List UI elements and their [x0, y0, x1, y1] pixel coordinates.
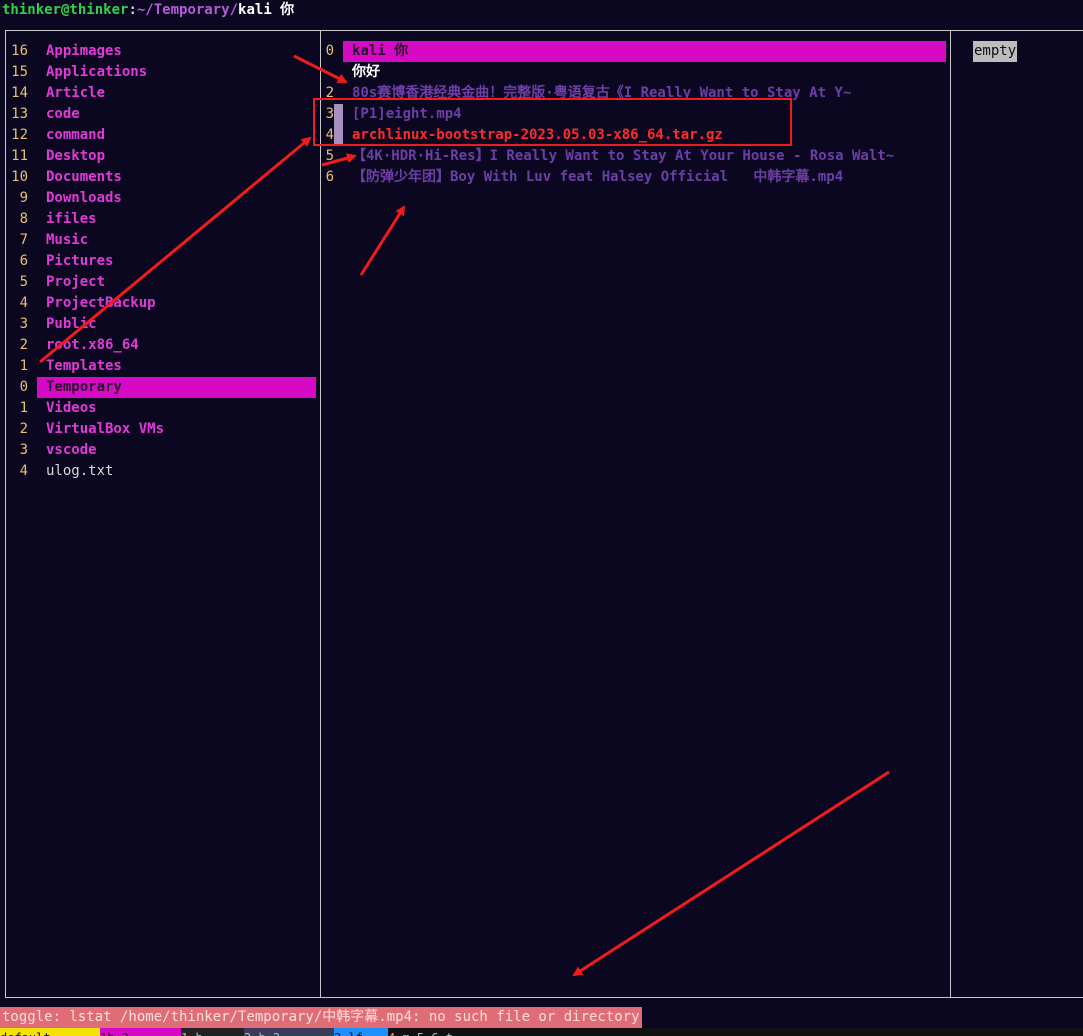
tmux-tabline[interactable]: default1b 21 b2 b 33 lf4 m 5 6 t	[0, 1028, 1083, 1036]
directory-name: vscode	[46, 442, 97, 458]
directory-name: Downloads	[46, 190, 122, 206]
parent-list-item[interactable]: 5 Project	[0, 272, 318, 293]
current-list-item[interactable]: 0 kali 你	[322, 41, 948, 62]
parent-list-item[interactable]: 12 command	[0, 125, 318, 146]
line-number: 5	[19, 274, 28, 290]
directory-name: Pictures	[46, 253, 114, 269]
terminal-title: thinker@thinker:~/Temporary/kali 你	[2, 0, 294, 21]
directory-name: ifiles	[46, 211, 97, 227]
line-number: 6	[19, 253, 28, 269]
line-number: 14	[11, 85, 28, 101]
line-number: 7	[19, 232, 28, 248]
directory-name: Applications	[46, 64, 148, 80]
line-number: 8	[19, 211, 28, 227]
annotation-highlight-box	[313, 98, 792, 146]
parent-list-item[interactable]: 2 VirtualBox VMs	[0, 419, 318, 440]
status-message: toggle: lstat /home/thinker/Temporary/中韩…	[0, 1007, 642, 1028]
pane-divider-left	[320, 30, 321, 997]
directory-name: Appimages	[46, 43, 122, 59]
line-number: 12	[11, 127, 28, 143]
directory-name: Music	[46, 232, 89, 248]
file-name: ulog.txt	[46, 463, 114, 479]
parent-list-item[interactable]: 11 Desktop	[0, 146, 318, 167]
entry-name: 你好	[352, 64, 380, 80]
directory-name: Project	[46, 274, 106, 290]
pane-divider-right	[950, 30, 951, 997]
parent-list-item[interactable]: 2 root.x86_64	[0, 335, 318, 356]
line-number: 5	[325, 148, 334, 164]
line-number: 9	[19, 190, 28, 206]
parent-list-item[interactable]: 1 Templates	[0, 356, 318, 377]
line-number: 11	[11, 148, 28, 164]
parent-list-item[interactable]: 4 ProjectBackup	[0, 293, 318, 314]
parent-list-item[interactable]: 3 Public	[0, 314, 318, 335]
tab-item[interactable]: 1b 2	[100, 1028, 181, 1036]
parent-list-item[interactable]: 0 Temporary	[0, 377, 318, 398]
tab-item[interactable]: 3 lf	[334, 1028, 388, 1036]
parent-list-item[interactable]: 1 Videos	[0, 398, 318, 419]
line-number: 3	[19, 442, 28, 458]
parent-list-item[interactable]: 15 Applications	[0, 62, 318, 83]
current-list-item[interactable]: 5 【4K·HDR·Hi-Res】I Really Want to Stay At…	[322, 146, 948, 167]
directory-name: Desktop	[46, 148, 106, 164]
directory-name: Documents	[46, 169, 122, 185]
directory-name: Templates	[46, 358, 122, 374]
directory-name: command	[46, 127, 106, 143]
tab-item[interactable]: 2 b 3	[244, 1028, 334, 1036]
directory-name: ProjectBackup	[46, 295, 156, 311]
title-current-dir: kali 你	[238, 2, 295, 18]
line-number: 3	[19, 316, 28, 332]
title-colon: :	[128, 2, 137, 18]
parent-list-item[interactable]: 10 Documents	[0, 167, 318, 188]
entry-name: 【4K·HDR·Hi-Res】I Really Want to Stay At …	[352, 148, 895, 164]
directory-name: code	[46, 106, 80, 122]
parent-list-item[interactable]: 9 Downloads	[0, 188, 318, 209]
line-number: 2	[19, 337, 28, 353]
directory-name: Videos	[46, 400, 97, 416]
line-number: 1	[19, 400, 28, 416]
line-number: 0	[19, 379, 28, 395]
line-number: 6	[325, 169, 334, 185]
directory-name: VirtualBox VMs	[46, 421, 165, 437]
directory-name: Article	[46, 85, 106, 101]
line-number: 15	[11, 64, 28, 80]
entry-name: kali 你	[352, 43, 409, 59]
directory-name: root.x86_64	[46, 337, 139, 353]
current-list-item[interactable]: 6 【防弹少年团】Boy With Luv feat Halsey Officia…	[322, 167, 948, 188]
tab-item[interactable]: 1 b	[181, 1028, 244, 1036]
parent-list-item[interactable]: 3 vscode	[0, 440, 318, 461]
parent-list-item[interactable]: 6 Pictures	[0, 251, 318, 272]
tab-item[interactable]: default	[0, 1028, 100, 1036]
title-path: ~/Temporary/	[136, 2, 239, 18]
parent-list-item[interactable]: 4 ulog.txt	[0, 461, 318, 482]
line-number: 16	[11, 43, 28, 59]
line-number: 4	[19, 463, 28, 479]
parent-list-item[interactable]: 13 code	[0, 104, 318, 125]
line-number: 0	[325, 43, 334, 59]
line-number: 1	[19, 358, 28, 374]
preview-empty-label: empty	[973, 41, 1018, 62]
parent-list-item[interactable]: 7 Music	[0, 230, 318, 251]
parent-list-item[interactable]: 8 ifiles	[0, 209, 318, 230]
parent-list-item[interactable]: 16 Appimages	[0, 41, 318, 62]
line-number: 10	[11, 169, 28, 185]
entry-name: 【防弹少年团】Boy With Luv feat Halsey Official…	[352, 169, 844, 185]
directory-name: Temporary	[46, 379, 122, 395]
tab-item[interactable]: 4 m 5 6 t	[388, 1028, 568, 1036]
parent-list-item[interactable]: 14 Article	[0, 83, 318, 104]
line-number: 13	[11, 106, 28, 122]
current-list-item[interactable]: 你好	[322, 62, 948, 83]
line-number: 4	[19, 295, 28, 311]
directory-name: Public	[46, 316, 97, 332]
title-user-host: thinker@thinker	[2, 2, 129, 18]
line-number: 2	[19, 421, 28, 437]
